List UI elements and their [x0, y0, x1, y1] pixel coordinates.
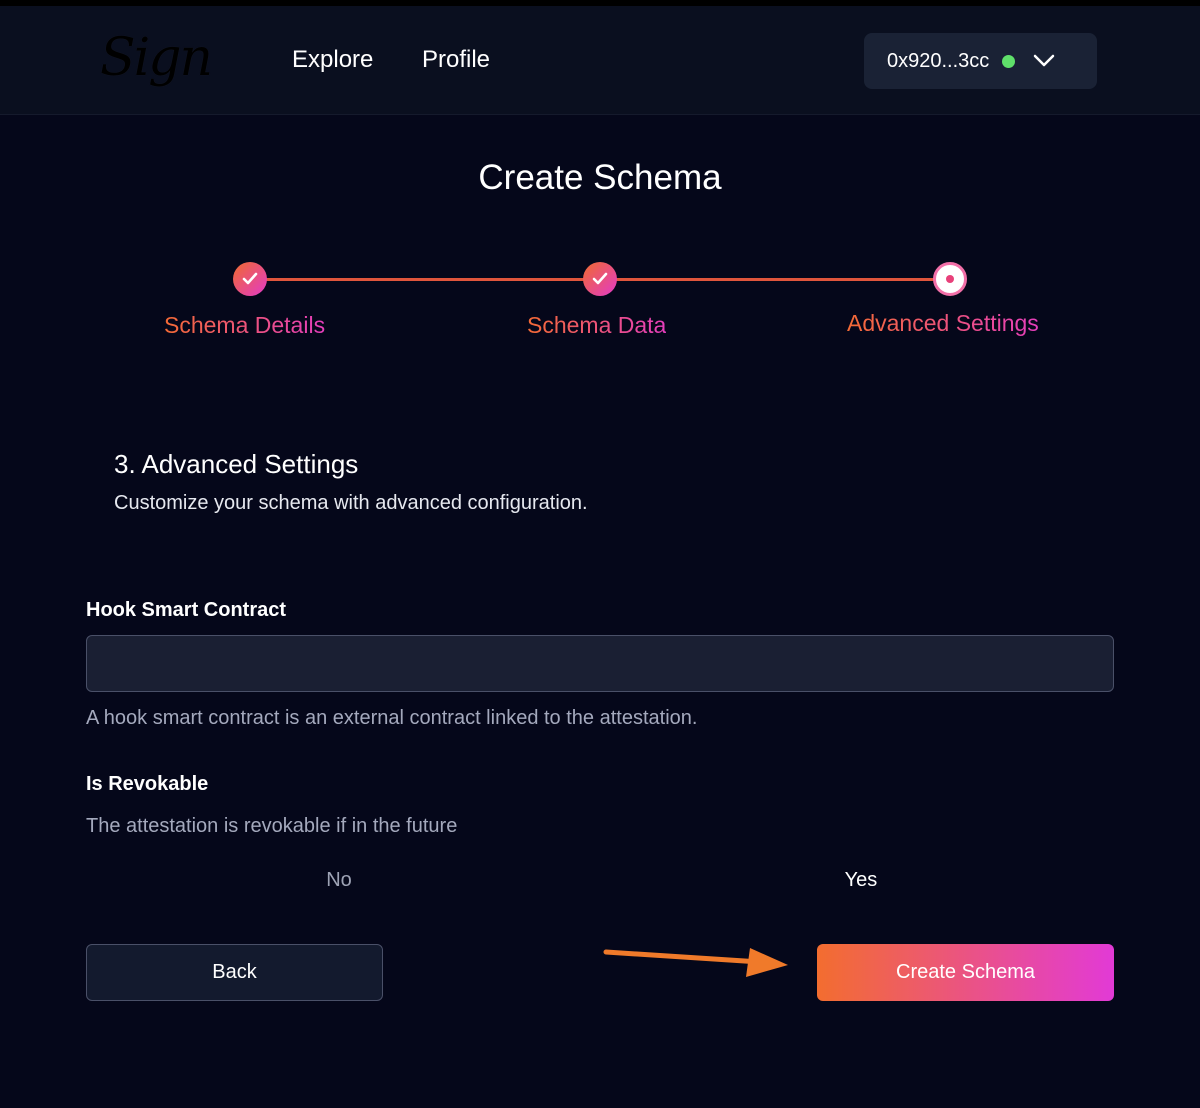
- check-icon: [242, 272, 258, 285]
- nav-explore-link[interactable]: Explore: [292, 46, 373, 74]
- connected-status-icon: [1002, 54, 1016, 68]
- stepper-connector: [258, 278, 591, 281]
- section-description: Customize your schema with advanced conf…: [114, 492, 588, 514]
- check-icon: [592, 272, 608, 285]
- step-complete-check-icon: [233, 262, 267, 296]
- back-button[interactable]: Back: [86, 944, 383, 1001]
- revokable-option-yes[interactable]: Yes: [608, 858, 1114, 902]
- revokable-label: Is Revokable: [86, 773, 209, 795]
- chevron-down-icon: [1034, 54, 1055, 67]
- nav-profile-link[interactable]: Profile: [422, 46, 490, 74]
- active-dot: [946, 275, 954, 283]
- revokable-option-no[interactable]: No: [86, 858, 592, 902]
- revokable-hint: The attestation is revokable if in the f…: [86, 815, 458, 837]
- hook-contract-input[interactable]: [86, 635, 1114, 692]
- wallet-menu-button[interactable]: 0x920...3cc: [864, 33, 1097, 89]
- page-title: Create Schema: [478, 158, 722, 197]
- wallet-address: 0x920...3cc: [887, 49, 990, 72]
- step-label-advanced-settings: Advanced Settings: [847, 310, 1039, 336]
- stepper-connector: [609, 278, 942, 281]
- sign-logo[interactable]: Sign: [100, 28, 213, 88]
- top-navigation-bar: Sign Explore Profile 0x920...3cc: [0, 0, 1200, 115]
- step-label-schema-data[interactable]: Schema Data: [527, 312, 666, 339]
- section-title: 3. Advanced Settings: [114, 449, 359, 479]
- step-label-schema-details[interactable]: Schema Details: [164, 312, 325, 339]
- create-schema-button[interactable]: Create Schema: [817, 944, 1114, 1001]
- hook-contract-label: Hook Smart Contract: [86, 599, 287, 621]
- hook-contract-hint: A hook smart contract is an external con…: [86, 707, 698, 729]
- annotation-arrow-icon: [603, 948, 788, 977]
- step-complete-check-icon: [583, 262, 617, 296]
- step-active-dot-icon: [933, 262, 967, 296]
